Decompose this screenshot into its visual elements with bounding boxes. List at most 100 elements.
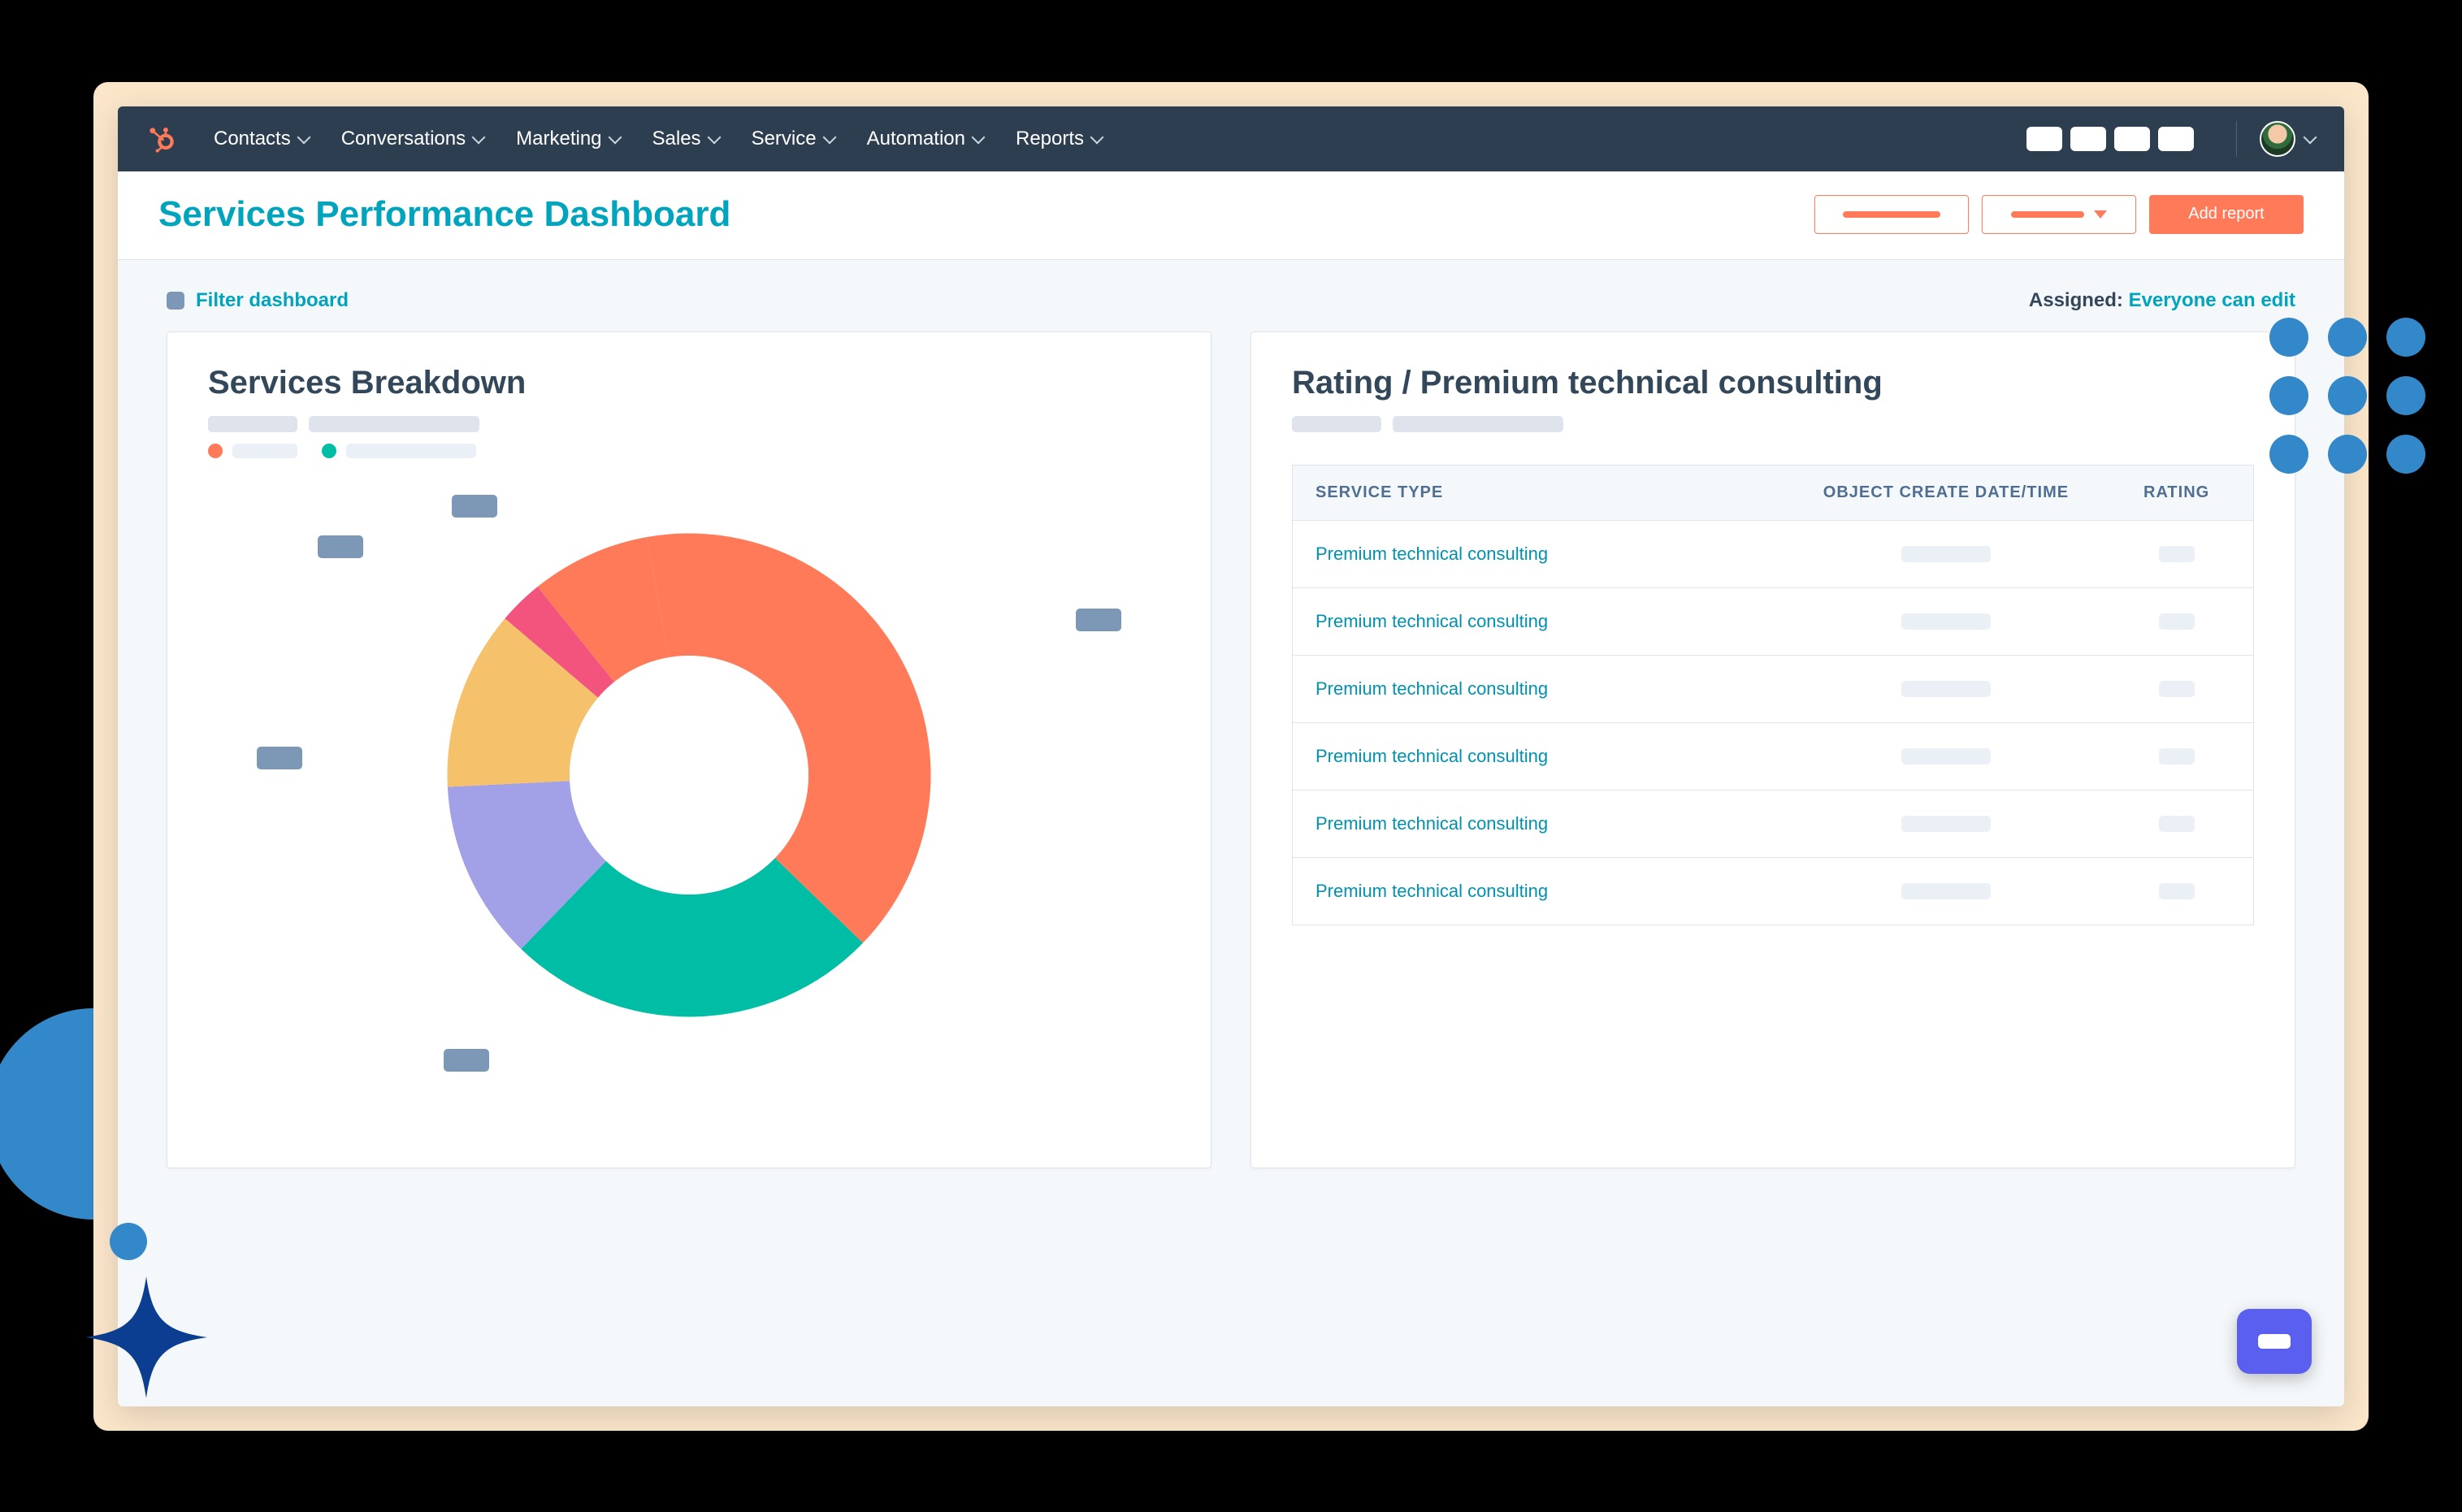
filter-dashboard-button[interactable]: Filter dashboard xyxy=(167,289,349,312)
donut-chart xyxy=(208,491,1170,1059)
cell-rating xyxy=(2100,655,2253,722)
table-row[interactable]: Premium technical consulting xyxy=(1293,655,2254,722)
caret-down-icon xyxy=(2094,210,2107,219)
chart-callout xyxy=(257,747,302,769)
rating-table: SERVICE TYPE OBJECT CREATE DATE/TIME RAT… xyxy=(1292,465,2254,925)
decorative-dot xyxy=(110,1223,147,1260)
chevron-down-icon xyxy=(1090,130,1104,144)
chevron-down-icon xyxy=(972,130,986,144)
card-title: Rating / Premium technical consulting xyxy=(1292,365,2254,401)
filter-icon xyxy=(167,292,184,310)
nav-label: Contacts xyxy=(214,128,291,150)
chevron-down-icon xyxy=(472,130,486,144)
cell-create-date xyxy=(1792,655,2100,722)
legend-label-placeholder xyxy=(346,444,476,458)
header-actions: Add report xyxy=(1814,195,2304,234)
page-title: Services Performance Dashboard xyxy=(158,194,730,235)
chevron-down-icon xyxy=(297,130,310,144)
column-header-rating[interactable]: RATING xyxy=(2100,465,2253,520)
table-row[interactable]: Premium technical consulting xyxy=(1293,520,2254,587)
nav-automation[interactable]: Automation xyxy=(854,121,996,157)
column-header-service-type[interactable]: SERVICE TYPE xyxy=(1293,465,1792,520)
account-menu[interactable] xyxy=(2260,121,2315,157)
assigned-indicator: Assigned: Everyone can edit xyxy=(2029,289,2295,312)
avatar xyxy=(2260,121,2295,157)
assigned-link[interactable]: Everyone can edit xyxy=(2129,289,2295,311)
header-action-1[interactable] xyxy=(1814,195,1969,234)
app-window: Contacts Conversations Marketing Sales S… xyxy=(118,106,2344,1406)
table-row[interactable]: Premium technical consulting xyxy=(1293,790,2254,857)
nav-label: Reports xyxy=(1016,128,1084,150)
nav-reports[interactable]: Reports xyxy=(1003,121,1115,157)
cell-rating xyxy=(2100,520,2253,587)
nav-label: Service xyxy=(752,128,817,150)
cell-create-date xyxy=(1792,520,2100,587)
button-label: Add report xyxy=(2188,205,2264,223)
decorative-sparkle-icon xyxy=(85,1276,207,1398)
page-header: Services Performance Dashboard Add repor… xyxy=(118,171,2344,260)
topbar-utility-buttons xyxy=(2026,127,2194,151)
chat-fab[interactable] xyxy=(2237,1309,2312,1374)
nav-service[interactable]: Service xyxy=(739,121,847,157)
nav-label: Conversations xyxy=(341,128,466,150)
chart-legend xyxy=(208,444,1170,458)
utility-button[interactable] xyxy=(2070,127,2106,151)
donut-hole xyxy=(570,656,808,895)
table-header-row: SERVICE TYPE OBJECT CREATE DATE/TIME RAT… xyxy=(1293,465,2254,520)
legend-item xyxy=(322,444,476,458)
dashboard-toolbar: Filter dashboard Assigned: Everyone can … xyxy=(118,260,2344,331)
table-row[interactable]: Premium technical consulting xyxy=(1293,857,2254,925)
utility-button[interactable] xyxy=(2158,127,2194,151)
primary-nav: Contacts Conversations Marketing Sales S… xyxy=(201,121,1115,157)
cell-rating xyxy=(2100,790,2253,857)
chevron-down-icon xyxy=(822,130,836,144)
card-subtitle-placeholder xyxy=(208,416,1170,432)
card-subtitle-placeholder xyxy=(1292,416,2254,432)
add-report-button[interactable]: Add report xyxy=(2149,195,2304,234)
cards-grid: Services Breakdown xyxy=(118,331,2344,1217)
card-rating-table: Rating / Premium technical consulting SE… xyxy=(1251,331,2295,1168)
nav-label: Marketing xyxy=(516,128,601,150)
cell-create-date xyxy=(1792,722,2100,790)
utility-button[interactable] xyxy=(2114,127,2150,151)
table-row[interactable]: Premium technical consulting xyxy=(1293,722,2254,790)
nav-label: Automation xyxy=(867,128,965,150)
legend-item xyxy=(208,444,297,458)
cell-service-type: Premium technical consulting xyxy=(1293,520,1792,587)
nav-contacts[interactable]: Contacts xyxy=(201,121,322,157)
hubspot-logo-icon[interactable] xyxy=(147,125,175,153)
nav-sales[interactable]: Sales xyxy=(639,121,732,157)
chat-icon xyxy=(2258,1334,2291,1349)
cell-rating xyxy=(2100,722,2253,790)
table-row[interactable]: Premium technical consulting xyxy=(1293,587,2254,655)
nav-marketing[interactable]: Marketing xyxy=(503,121,632,157)
legend-label-placeholder xyxy=(232,444,297,458)
utility-button[interactable] xyxy=(2026,127,2062,151)
legend-swatch xyxy=(322,444,336,458)
chart-callout xyxy=(444,1049,489,1072)
chevron-down-icon xyxy=(2304,130,2317,144)
cell-service-type: Premium technical consulting xyxy=(1293,587,1792,655)
cell-create-date xyxy=(1792,857,2100,925)
topbar: Contacts Conversations Marketing Sales S… xyxy=(118,106,2344,171)
nav-label: Sales xyxy=(652,128,701,150)
nav-conversations[interactable]: Conversations xyxy=(328,121,496,157)
decorative-dot-grid xyxy=(2269,318,2425,474)
chevron-down-icon xyxy=(608,130,622,144)
assigned-prefix: Assigned: xyxy=(2029,289,2129,311)
chevron-down-icon xyxy=(707,130,721,144)
cell-service-type: Premium technical consulting xyxy=(1293,790,1792,857)
cell-service-type: Premium technical consulting xyxy=(1293,722,1792,790)
cell-rating xyxy=(2100,857,2253,925)
cell-create-date xyxy=(1792,790,2100,857)
cell-create-date xyxy=(1792,587,2100,655)
card-services-breakdown: Services Breakdown xyxy=(167,331,1211,1168)
header-action-dropdown[interactable] xyxy=(1982,195,2136,234)
column-header-create-date[interactable]: OBJECT CREATE DATE/TIME xyxy=(1792,465,2100,520)
cell-service-type: Premium technical consulting xyxy=(1293,857,1792,925)
cell-service-type: Premium technical consulting xyxy=(1293,655,1792,722)
card-title: Services Breakdown xyxy=(208,365,1170,401)
divider xyxy=(2236,121,2237,157)
filter-label: Filter dashboard xyxy=(196,289,349,312)
cell-rating xyxy=(2100,587,2253,655)
